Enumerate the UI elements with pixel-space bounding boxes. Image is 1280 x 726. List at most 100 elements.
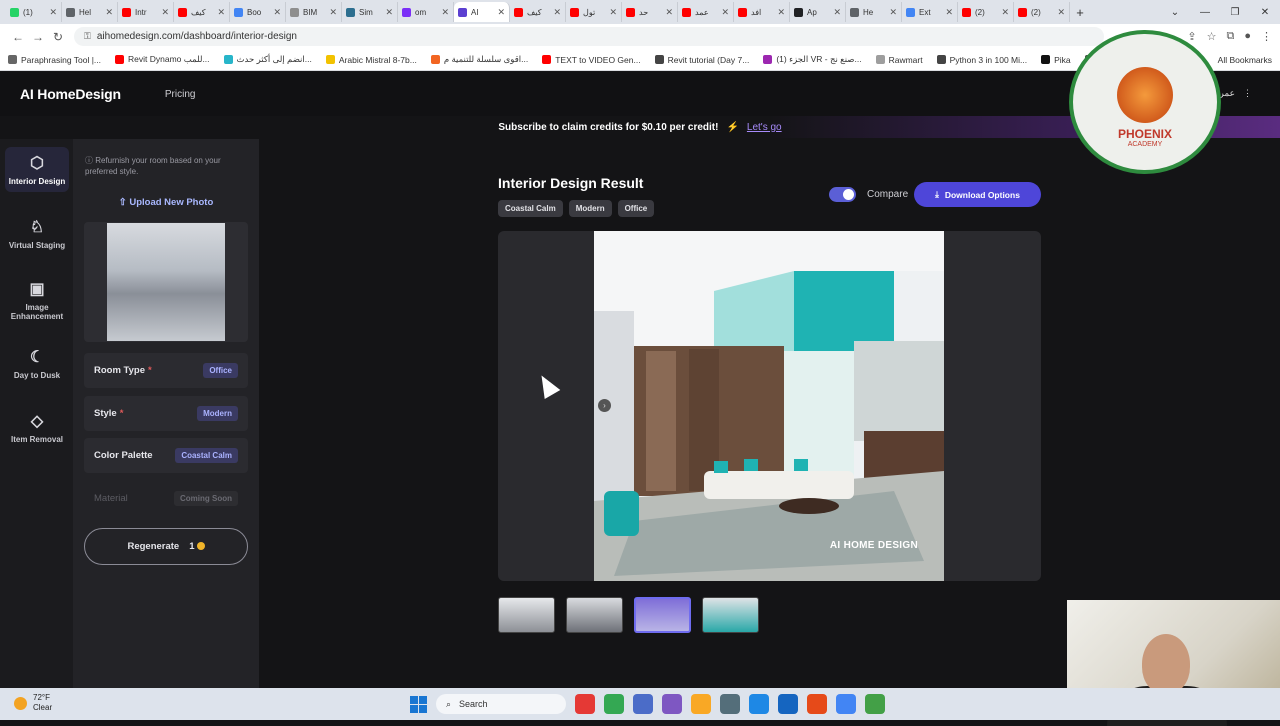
taskbar-app-icon[interactable]	[720, 694, 740, 714]
close-tab-icon[interactable]: ✕	[553, 7, 561, 18]
browser-tab[interactable]: Sim ✕	[342, 2, 398, 22]
banner-cta-link[interactable]: Let's go	[747, 122, 782, 133]
bookmark-item[interactable]: Python 3 in 100 Mi...	[936, 55, 1027, 65]
close-tab-icon[interactable]: ✕	[49, 7, 57, 18]
close-tab-icon[interactable]: ✕	[1057, 7, 1065, 18]
bookmark-item[interactable]: الجزء (1) VR - صنع نج...	[763, 54, 862, 65]
windows-start-icon[interactable]	[410, 695, 427, 713]
close-tab-icon[interactable]: ✕	[105, 7, 113, 18]
result-thumbnail[interactable]	[634, 597, 691, 633]
all-bookmarks[interactable]: All Bookmarks	[1218, 55, 1272, 65]
regenerate-button[interactable]: Regenerate 1	[84, 528, 248, 565]
taskbar-app-icon[interactable]	[662, 694, 682, 714]
close-tab-icon[interactable]: ✕	[217, 7, 225, 18]
bookmark-item[interactable]: انضم إلى أكثر حدث...	[223, 54, 312, 65]
close-tab-icon[interactable]: ✕	[273, 7, 281, 18]
bookmark-item[interactable]: اقوى سلسلة للتنمية م...	[430, 54, 528, 65]
close-tab-icon[interactable]: ✕	[609, 7, 617, 18]
close-tab-icon[interactable]: ✕	[1001, 7, 1009, 18]
browser-tab[interactable]: om ✕	[398, 2, 454, 22]
bookmark-item[interactable]: Arabic Mistral 8-7b...	[325, 55, 417, 65]
close-tab-icon[interactable]: ✕	[161, 7, 169, 18]
more-icon[interactable]: ⋮	[1243, 88, 1252, 99]
close-tab-icon[interactable]: ✕	[777, 7, 785, 18]
minimize-icon[interactable]: —	[1190, 7, 1220, 18]
nav-pricing-link[interactable]: Pricing	[165, 89, 196, 100]
taskbar-app-icon[interactable]	[691, 694, 711, 714]
result-image[interactable]: AI HOME DESIGN	[594, 231, 944, 581]
browser-tab[interactable]: Ap ✕	[790, 2, 846, 22]
close-icon[interactable]: ✕	[1250, 7, 1280, 18]
sidebar-item-day-to-dusk[interactable]: ☾ Day to Dusk	[5, 347, 69, 380]
browser-tab[interactable]: Ext ✕	[902, 2, 958, 22]
style-select[interactable]: Style * Modern	[84, 396, 248, 431]
color-palette-select[interactable]: Color Palette Coastal Calm	[84, 438, 248, 473]
upload-photo-button[interactable]: ⇧ Upload New Photo	[73, 197, 259, 208]
browser-tab[interactable]: He ✕	[846, 2, 902, 22]
result-thumbnail[interactable]	[702, 597, 759, 633]
browser-tab[interactable]: AI ✕	[454, 2, 510, 22]
bookmark-item[interactable]: Paraphrasing Tool |...	[8, 55, 101, 65]
address-bar[interactable]: ⚿ aihomedesign.com/dashboard/interior-de…	[74, 27, 1104, 46]
browser-tab[interactable]: BIM ✕	[286, 2, 342, 22]
room-type-select[interactable]: Room Type * Office	[84, 353, 248, 388]
result-thumbnail[interactable]	[498, 597, 555, 633]
close-tab-icon[interactable]: ✕	[721, 7, 729, 18]
close-tab-icon[interactable]: ✕	[945, 7, 953, 18]
browser-tab[interactable]: Intr ✕	[118, 2, 174, 22]
close-tab-icon[interactable]: ✕	[329, 7, 337, 18]
taskbar-app-icon[interactable]	[807, 694, 827, 714]
star-icon[interactable]: ☆	[1207, 30, 1217, 43]
close-tab-icon[interactable]: ✕	[889, 7, 897, 18]
reload-icon[interactable]: ↻	[48, 30, 68, 44]
sidebar-item-interior-design[interactable]: ⬡ Interior Design	[5, 147, 69, 192]
taskbar-app-icon[interactable]	[836, 694, 856, 714]
menu-icon[interactable]: ⋮	[1261, 30, 1272, 43]
taskbar-app-icon[interactable]	[633, 694, 653, 714]
new-tab-icon[interactable]: +	[1070, 5, 1090, 20]
profile-icon[interactable]: ●	[1244, 30, 1251, 43]
browser-tab[interactable]: كيف ✕	[174, 2, 230, 22]
browser-tab[interactable]: Hel ✕	[62, 2, 118, 22]
bookmark-item[interactable]: Revit Dynamo للمب...	[115, 54, 210, 65]
taskbar-app-icon[interactable]	[604, 694, 624, 714]
forward-icon[interactable]: →	[28, 30, 48, 44]
site-info-icon[interactable]: ⚿	[84, 31, 91, 42]
close-tab-icon[interactable]: ✕	[385, 7, 393, 18]
browser-tab[interactable]: حد ✕	[622, 2, 678, 22]
close-tab-icon[interactable]: ✕	[497, 7, 505, 18]
sidebar-item-image-enhancement[interactable]: ▣ Image Enhancement	[5, 279, 69, 321]
browser-tab[interactable]: تول ✕	[566, 2, 622, 22]
taskbar-app-icon[interactable]	[575, 694, 595, 714]
taskbar-search[interactable]: ⌕ Search	[436, 694, 566, 714]
taskbar-app-icon[interactable]	[778, 694, 798, 714]
browser-tab[interactable]: كيف ✕	[510, 2, 566, 22]
chevron-down-icon[interactable]: ⌄	[1160, 7, 1190, 18]
browser-tab[interactable]: (2) ✕	[1014, 2, 1070, 22]
close-tab-icon[interactable]: ✕	[833, 7, 841, 18]
share-icon[interactable]: ⇪	[1187, 30, 1196, 43]
maximize-icon[interactable]: ❐	[1220, 7, 1250, 18]
bookmark-item[interactable]: Rawmart	[875, 55, 923, 65]
chevron-right-icon[interactable]: ›	[598, 399, 611, 412]
download-options-button[interactable]: ⤓ Download Options	[914, 182, 1041, 207]
browser-tab[interactable]: (2) ✕	[958, 2, 1014, 22]
weather-widget[interactable]: 72°F Clear	[14, 693, 52, 713]
bookmark-item[interactable]: TEXT to VIDEO Gen...	[542, 55, 641, 65]
browser-tab[interactable]: Boo ✕	[230, 2, 286, 22]
source-photo[interactable]	[84, 222, 248, 342]
sidebar-item-virtual-staging[interactable]: ♘ Virtual Staging	[5, 217, 69, 250]
bookmark-item[interactable]: Revit tutorial (Day 7...	[654, 55, 749, 65]
logo[interactable]: AI HomeDesign	[20, 86, 121, 102]
taskbar-app-icon[interactable]	[865, 694, 885, 714]
browser-tab[interactable]: (1) ✕	[6, 2, 62, 22]
browser-tab[interactable]: افد ✕	[734, 2, 790, 22]
bookmark-item[interactable]: Pika	[1041, 55, 1071, 65]
taskbar-app-icon[interactable]	[749, 694, 769, 714]
result-thumbnail[interactable]	[566, 597, 623, 633]
extensions-icon[interactable]: ⧉	[1226, 30, 1234, 43]
sidebar-item-item-removal[interactable]: ◇ Item Removal	[5, 411, 69, 444]
compare-toggle[interactable]: Compare	[829, 187, 908, 202]
back-icon[interactable]: ←	[8, 30, 28, 44]
close-tab-icon[interactable]: ✕	[665, 7, 673, 18]
